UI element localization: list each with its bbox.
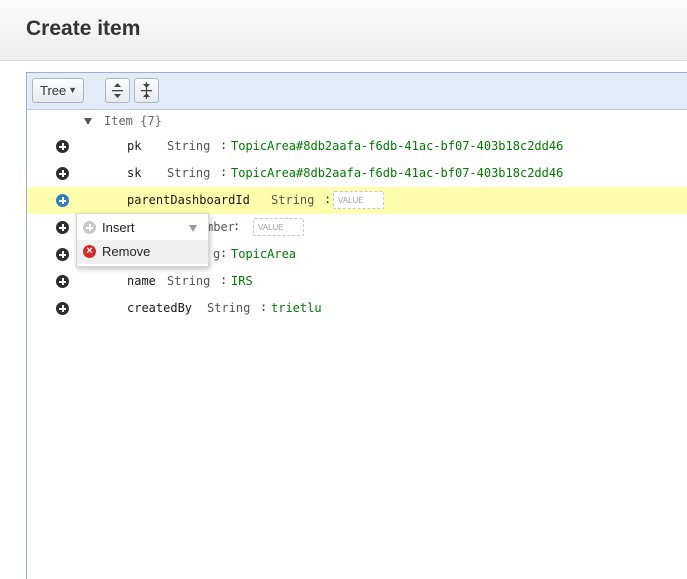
attribute-name[interactable]: sk <box>127 166 141 180</box>
page-header: Create item <box>0 0 687 61</box>
collapse-all-button[interactable] <box>134 78 159 103</box>
editor-toolbar: Tree ▼ <box>27 73 687 110</box>
add-attribute-icon[interactable] <box>56 275 69 288</box>
insert-icon <box>83 221 96 234</box>
separator: : <box>220 138 228 152</box>
attribute-type[interactable]: String <box>207 301 250 315</box>
attribute-name[interactable]: name <box>127 274 156 288</box>
separator: : <box>260 300 268 314</box>
value-input[interactable]: VALUE <box>333 191 384 209</box>
attribute-row-createdby: createdBy String : trietlu <box>27 295 687 322</box>
root-item-label: Item {7} <box>104 114 162 128</box>
caret-down-icon: ▼ <box>68 85 77 95</box>
attribute-name[interactable]: parentDashboardId <box>127 193 250 207</box>
add-attribute-icon[interactable] <box>56 221 69 234</box>
mode-label: Tree <box>40 83 67 98</box>
attribute-value[interactable]: TopicArea <box>231 247 296 261</box>
page-title: Create item <box>26 17 141 40</box>
attribute-type[interactable]: String <box>167 274 210 288</box>
remove-icon: × <box>83 245 96 258</box>
tree-root-row: Item {7} <box>27 109 687 136</box>
menu-item-label: Remove <box>102 244 151 259</box>
menu-item-label: Insert <box>102 220 135 235</box>
separator: : <box>220 273 228 287</box>
attribute-row-sk: sk String : TopicArea#8db2aafa-f6db-41ac… <box>27 160 687 187</box>
separator: : <box>220 246 228 260</box>
value-input[interactable]: VALUE <box>253 218 304 236</box>
add-attribute-icon[interactable] <box>56 248 69 261</box>
menu-item-insert[interactable]: Insert <box>77 216 208 240</box>
json-editor-panel: Tree ▼ Item {7} pk String: TopicArea#8d… <box>26 72 687 579</box>
attribute-value[interactable]: TopicArea#8db2aafa-f6db-41ac-bf07-403b18… <box>231 166 563 180</box>
attribute-name[interactable]: pk <box>127 139 141 153</box>
separator: : <box>220 165 228 179</box>
mode-dropdown-button[interactable]: Tree ▼ <box>32 78 84 103</box>
attribute-type[interactable]: String <box>167 139 210 153</box>
attribute-row-pk: pk String : TopicArea#8db2aafa-f6db-41ac… <box>27 133 687 160</box>
submenu-arrow-icon[interactable] <box>189 225 197 232</box>
separator: : <box>233 219 241 233</box>
add-attribute-icon[interactable] <box>56 167 69 180</box>
attribute-row-name: name String : IRS <box>27 268 687 295</box>
expand-all-button[interactable] <box>105 78 130 103</box>
attribute-value[interactable]: TopicArea#8db2aafa-f6db-41ac-bf07-403b18… <box>231 139 563 153</box>
add-attribute-icon[interactable] <box>56 140 69 153</box>
attribute-value[interactable]: IRS <box>231 274 253 288</box>
attribute-row-parentdashboardid: parentDashboardId String : VALUE <box>27 187 687 214</box>
expand-all-icon <box>112 83 123 98</box>
attribute-value[interactable]: trietlu <box>271 301 322 315</box>
add-attribute-icon[interactable] <box>56 194 69 207</box>
attribute-type-partial[interactable]: mber <box>206 220 235 234</box>
separator: : <box>324 192 332 206</box>
collapse-all-icon <box>141 82 152 99</box>
add-attribute-icon[interactable] <box>56 302 69 315</box>
attribute-type[interactable]: String <box>167 166 210 180</box>
attribute-name[interactable]: createdBy <box>127 301 192 315</box>
attribute-context-menu: Insert × Remove <box>76 213 209 267</box>
menu-item-remove[interactable]: × Remove <box>77 240 208 264</box>
attribute-type[interactable]: String <box>271 193 314 207</box>
collapse-triangle-icon[interactable] <box>84 118 92 125</box>
